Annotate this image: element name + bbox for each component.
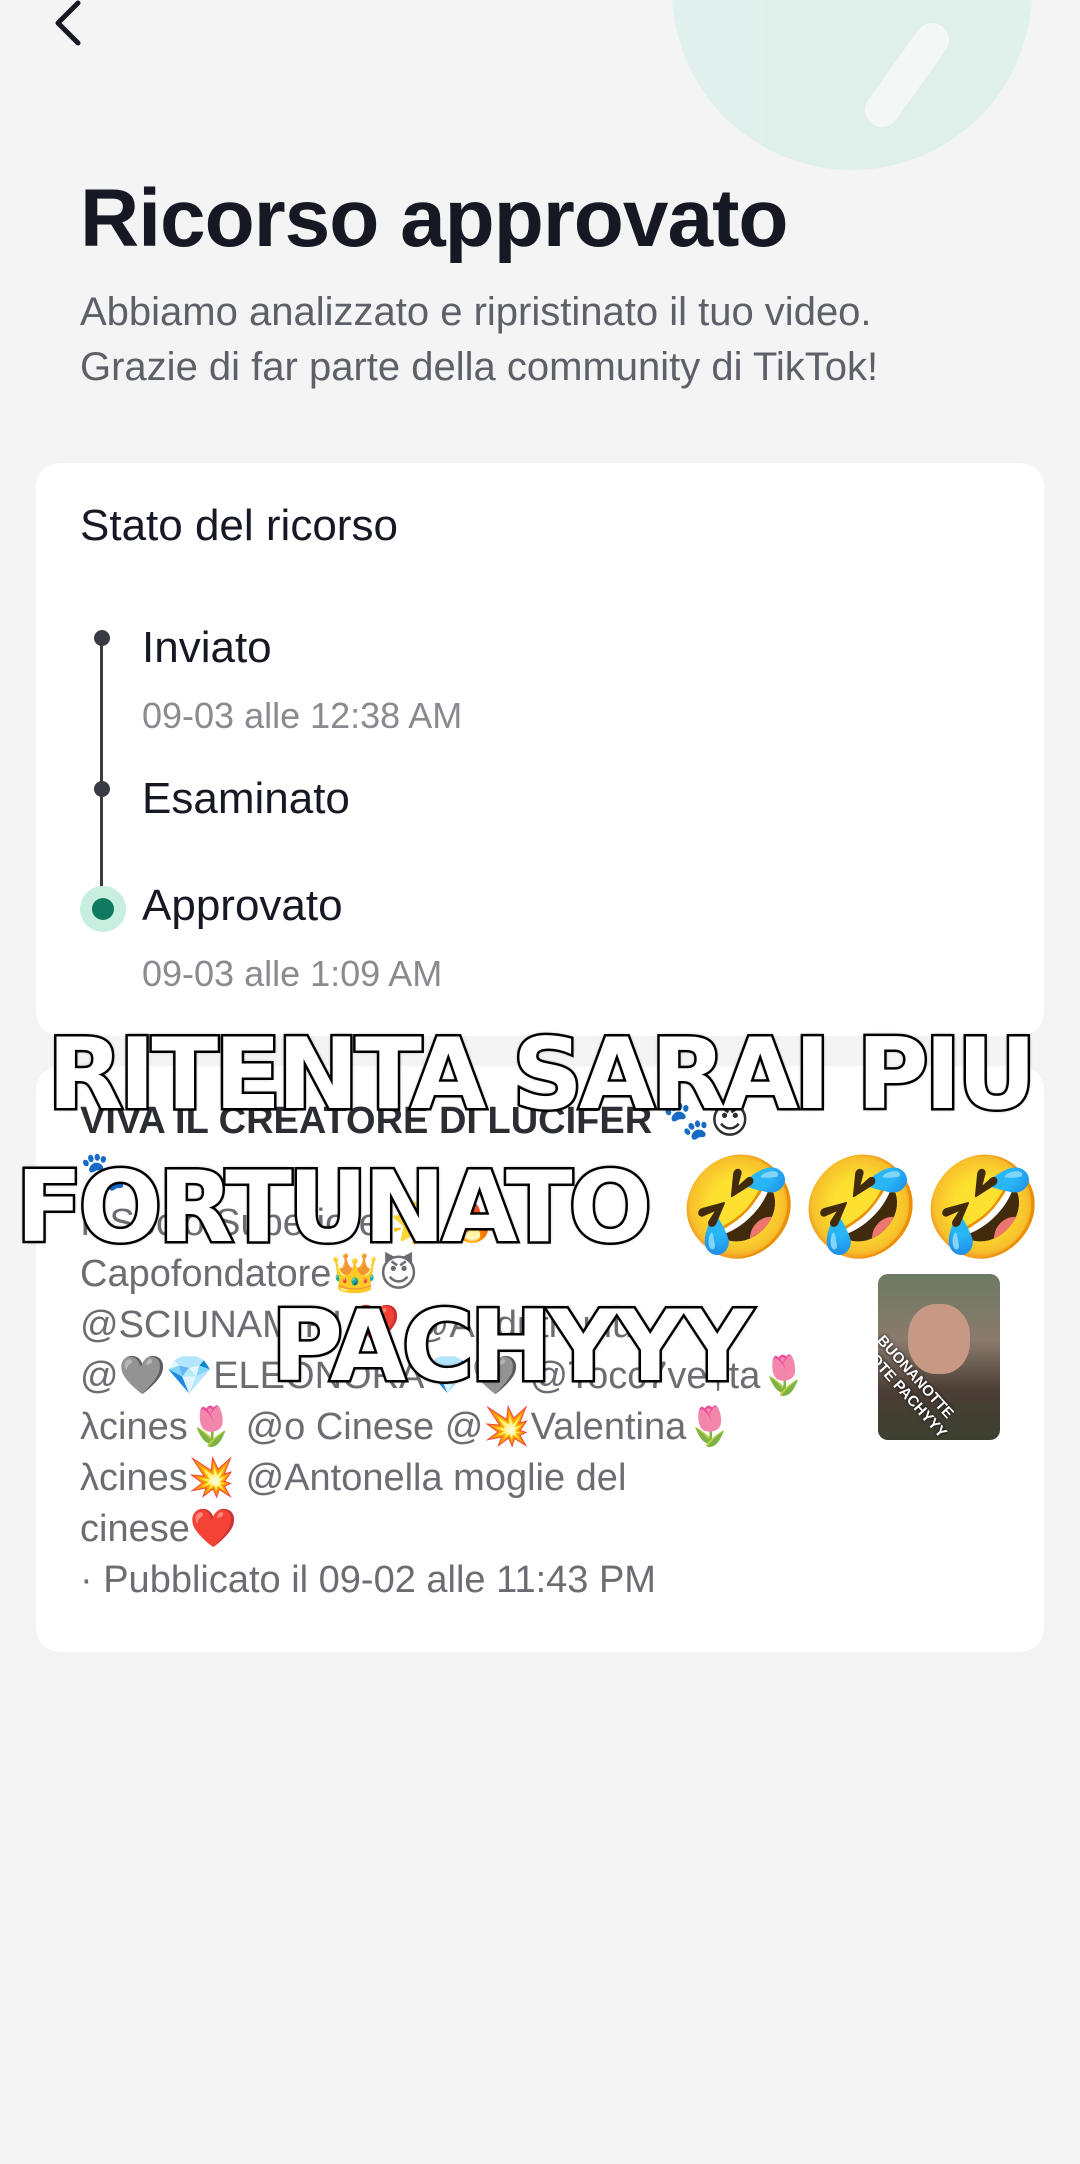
status-card-title: Stato del ricorso bbox=[80, 501, 398, 550]
overlay-caption-line-2: FORTUNATO 🤣🤣🤣 bbox=[0, 1149, 1070, 1268]
back-button[interactable] bbox=[44, 0, 92, 54]
step-label-reviewed: Esaminato bbox=[142, 774, 350, 823]
chevron-left-icon bbox=[55, 0, 81, 46]
overlay-caption-line-3: PACHYYY bbox=[269, 1288, 756, 1407]
overlay-caption-line-1: RITENTA SARAI PIU bbox=[45, 1016, 1039, 1135]
page-title: Ricorso approvato bbox=[80, 173, 788, 264]
step-date-approved: 09-03 alle 1:09 AM bbox=[142, 953, 443, 994]
laughing-emoji-icons: 🤣🤣🤣 bbox=[678, 1151, 1045, 1265]
timeline-dot-reviewed bbox=[94, 781, 110, 797]
step-label-approved: Approvato bbox=[142, 881, 343, 930]
description-line: λcines🌷 @o Cinese @💥Valentina🌷 bbox=[80, 1406, 734, 1448]
approved-check-decoration bbox=[672, 0, 1032, 170]
step-date-submitted: 09-03 alle 12:38 AM bbox=[142, 695, 463, 736]
step-label-submitted: Inviato bbox=[142, 623, 272, 672]
timeline-dot-submitted bbox=[94, 630, 110, 646]
timeline-line bbox=[100, 638, 103, 911]
subtitle-line-1: Abbiamo analizzato e ripristinato il tuo… bbox=[80, 290, 872, 334]
timeline-dot-approved bbox=[80, 886, 126, 932]
overlay-caption-text: FORTUNATO bbox=[13, 1149, 654, 1268]
description-line: λcines💥 @Antonella moglie del bbox=[80, 1457, 627, 1499]
description-line: cinese❤️ bbox=[80, 1508, 238, 1550]
appeal-status-card: Stato del ricorso Inviato 09-03 alle 12:… bbox=[36, 463, 1044, 1036]
publish-date: · Pubblicato il 09-02 alle 11:43 PM bbox=[80, 1559, 656, 1601]
subtitle-line-2: Grazie di far parte della community di T… bbox=[80, 345, 879, 389]
page-subtitle: Abbiamo analizzato e ripristinato il tuo… bbox=[80, 285, 1020, 395]
